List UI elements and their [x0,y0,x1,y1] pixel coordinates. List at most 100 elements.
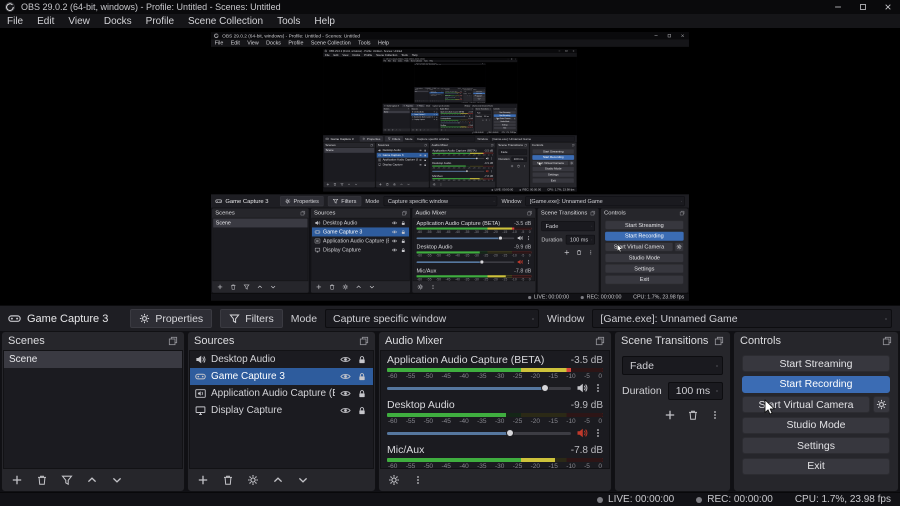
popout-icon[interactable] [168,336,178,346]
filters-label: Filters [433,87,436,89]
volume-slider[interactable] [387,383,571,393]
remove-scene-button [417,101,418,102]
mixer-menu-icon[interactable] [413,474,423,486]
slider-handle[interactable] [541,384,550,392]
control-button[interactable]: Settings [742,437,890,454]
volume-slider [440,115,469,117]
control-button[interactable]: Start Virtual Camera [742,396,870,413]
visibility-eye-icon[interactable] [340,388,351,399]
popout-icon[interactable] [359,336,369,346]
menu-item[interactable]: Profile [139,14,181,28]
db-tick-label: -55 [426,230,432,234]
volume-slider[interactable] [387,428,571,438]
properties-button[interactable]: Properties [130,309,213,328]
menu-item: Help [429,60,433,62]
source-type-icon [378,154,381,157]
menu-item[interactable]: Help [307,14,342,28]
source-row[interactable]: Desktop Audio [190,351,373,368]
minimize-button[interactable] [825,0,850,14]
lock-icon[interactable] [357,354,367,365]
control-button[interactable]: Studio Mode [742,416,890,434]
virtual-camera-settings-button[interactable] [873,396,890,413]
scene-filters-button[interactable] [61,474,73,486]
add-transition-button[interactable] [664,409,676,421]
add-scene-button[interactable] [11,474,23,486]
mixer-channel: Mic/Aux -7.8 dB -60 -55 -50 -45 -40 -35 -30 -25… [381,441,609,468]
db-tick-label: -10 [566,418,576,425]
mute-speaker-icon[interactable] [576,427,588,439]
scene-item[interactable]: Scene [4,351,182,368]
mixer-toolbar [430,181,495,187]
channel-kebab-menu-icon[interactable] [593,427,603,439]
window-label: Window [477,137,488,141]
control-button[interactable]: Start Recording [742,375,890,393]
popout-icon[interactable] [714,336,724,346]
move-source-down-button[interactable] [297,474,309,486]
selected-source: Game Capture 3 [215,198,269,205]
db-tick-label: -55 [405,418,416,425]
menu-item[interactable]: View [61,14,97,28]
menu-item[interactable]: Tools [270,14,307,28]
capture-window-select[interactable]: [Game.exe]: Unnamed Game [592,309,892,328]
filters-button[interactable]: Filters [220,309,283,328]
lock-icon[interactable] [357,388,367,399]
control-button-row: Exit [605,274,684,285]
menu-item[interactable]: File [0,14,30,28]
menu-item[interactable]: Docks [97,14,139,28]
popout-icon[interactable] [595,336,605,346]
move-source-up-button[interactable] [272,474,284,486]
remove-scene-button[interactable] [36,474,48,486]
popout-icon [679,210,684,215]
menu-item: Tools [358,40,371,47]
mixer-menu-icon [440,183,443,186]
visibility-eye-icon[interactable] [340,371,351,382]
control-button: Settings [605,264,684,274]
menu-item[interactable]: Scene Collection [181,14,270,28]
slider-handle[interactable] [506,429,515,437]
capture-mode-select[interactable]: Capture specific window [325,309,540,328]
transition-menu-icon[interactable] [710,409,720,421]
remove-transition-button[interactable] [687,409,699,421]
lock-icon[interactable] [357,371,367,382]
advanced-audio-properties-button[interactable] [388,474,400,486]
source-row[interactable]: Game Capture 3 [190,368,373,385]
db-tick-label: -10 [511,230,517,234]
lock-icon[interactable] [357,405,367,416]
preview-area[interactable]: OBS 29.0.2 (64-bit, windows) - Profile: … [0,28,900,305]
transition-select[interactable]: Fade [622,356,723,375]
source-row[interactable]: Application Audio Capture (BETA) [190,385,373,402]
capture-mode-value: Capture specific window [333,312,447,325]
source-name: Game Capture 3 [323,229,363,235]
source-row[interactable]: Display Capture [190,402,373,419]
menu-item[interactable]: Edit [30,14,61,28]
db-tick-label: -45 [445,230,451,234]
maximize-button[interactable] [850,0,875,14]
db-tick-label: -35 [454,120,456,122]
duration-spinbox[interactable]: 100 ms [667,382,723,400]
control-button[interactable]: Exit [742,457,890,475]
menu-item: Profile [288,40,304,47]
controls-header: Controls [493,108,518,111]
popout-icon[interactable] [882,336,892,346]
filter-icon [432,88,433,89]
db-tick-label: -15 [548,418,558,425]
preview-capture: OBS 29.0.2 (64-bit, windows) - Profile: … [211,32,689,301]
mute-speaker-icon[interactable] [576,382,588,394]
move-scene-up-button[interactable] [86,474,98,486]
remove-source-button[interactable] [222,474,234,486]
audio-mixer-header: Audio Mixer [379,332,611,350]
mixer-channel: Desktop Audio -9.9 dB -60 -55 -50 -45 -40 -35… [444,94,463,98]
visibility-eye-icon[interactable] [340,354,351,365]
db-tick-label: -60 [440,113,443,115]
close-button[interactable] [875,0,900,14]
transition-select: Fade [475,111,491,115]
visibility-eye-icon[interactable] [340,405,351,416]
source-properties-button[interactable] [247,474,259,486]
source-type-icon [195,405,206,416]
add-source-button[interactable] [197,474,209,486]
move-scene-down-button[interactable] [111,474,123,486]
channel-kebab-menu-icon[interactable] [593,382,603,394]
filters-button: Filters [415,104,425,108]
control-button[interactable]: Start Streaming [742,355,890,372]
channel-db-value: -7.8 dB [514,268,532,275]
